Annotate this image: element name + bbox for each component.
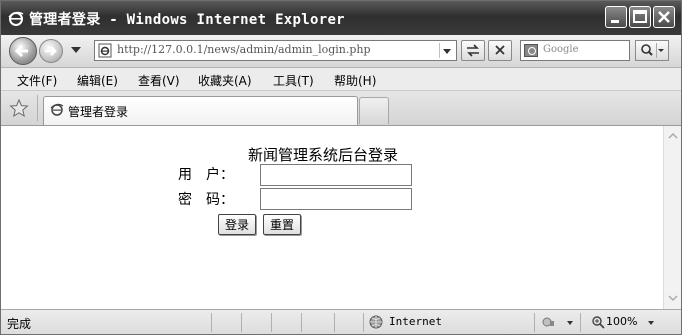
recent-pages-dropdown[interactable] (71, 47, 81, 53)
password-input[interactable] (260, 188, 412, 210)
stop-icon (495, 45, 505, 55)
status-divider (271, 313, 272, 332)
tab-admin-login[interactable]: 管理者登录 (43, 96, 358, 125)
status-bar: 完成 Internet 100% (1, 309, 681, 334)
maximize-icon (633, 10, 647, 23)
menu-help[interactable]: 帮助(H) (334, 72, 376, 89)
google-icon (524, 44, 538, 57)
address-dropdown[interactable] (439, 43, 454, 58)
page-title: 新闻管理系统后台登录 (248, 146, 399, 164)
search-placeholder: Google (543, 44, 579, 55)
tab-title: 管理者登录 (68, 105, 129, 119)
minimize-icon (611, 20, 619, 23)
username-input[interactable] (260, 164, 412, 186)
ie-logo-icon (8, 11, 24, 26)
vertical-scrollbar[interactable] (663, 126, 681, 309)
protected-mode-dropdown[interactable] (567, 321, 573, 325)
protected-mode-icon[interactable] (541, 315, 563, 329)
zoom-level[interactable]: 100% (606, 315, 637, 328)
search-box[interactable]: Google (520, 40, 630, 61)
menu-view[interactable]: 查看(V) (138, 72, 180, 89)
scroll-down-icon[interactable] (665, 290, 681, 306)
compatibility-button[interactable] (461, 40, 485, 61)
address-url[interactable]: http://127.0.0.1/news/admin/admin_login.… (117, 43, 371, 56)
back-arrow-icon (14, 44, 28, 58)
maximize-button[interactable] (629, 6, 651, 28)
tab-divider (37, 95, 38, 121)
menu-tools[interactable]: 工具(T) (273, 72, 314, 89)
browser-window: 管理者登录 - Windows Internet Explorer http:/… (0, 0, 682, 335)
forward-button[interactable] (39, 39, 63, 63)
zoom-icon[interactable] (591, 315, 605, 329)
status-divider (301, 313, 302, 332)
window-title: 管理者登录 - Windows Internet Explorer (29, 12, 345, 28)
status-divider (363, 313, 364, 332)
magnifier-icon (641, 43, 664, 58)
close-button[interactable] (653, 6, 675, 28)
page-icon (98, 43, 112, 58)
new-tab-button[interactable] (359, 97, 389, 124)
status-divider (241, 313, 242, 332)
menu-edit[interactable]: 编辑(E) (77, 72, 118, 89)
security-zone[interactable]: Internet (389, 315, 442, 328)
login-button[interactable]: 登录 (218, 214, 256, 235)
menu-file[interactable]: 文件(F) (17, 72, 57, 89)
globe-icon (369, 315, 383, 329)
tab-bar: 管理者登录 (1, 91, 681, 126)
zoom-dropdown[interactable] (648, 321, 654, 325)
status-divider (211, 313, 212, 332)
favorites-star-icon[interactable] (9, 98, 29, 118)
menu-bar: 文件(F) 编辑(E) 查看(V) 收藏夹(A) 工具(T) 帮助(H) (1, 68, 681, 91)
minimize-button[interactable] (605, 6, 627, 28)
close-icon (658, 11, 670, 23)
scroll-up-icon[interactable] (665, 128, 681, 144)
status-divider (580, 313, 581, 332)
back-button[interactable] (9, 37, 37, 65)
username-label: 用 户： (178, 167, 234, 183)
forward-arrow-icon (45, 46, 57, 56)
reset-button[interactable]: 重置 (263, 214, 301, 235)
title-bar: 管理者登录 - Windows Internet Explorer (1, 1, 681, 35)
stop-button[interactable] (488, 40, 512, 61)
password-label: 密 码： (178, 192, 234, 208)
status-divider (534, 313, 535, 332)
page-content: 新闻管理系统后台登录 用 户： 密 码： 登录 重置 (1, 126, 663, 309)
navigation-bar: http://127.0.0.1/news/admin/admin_login.… (1, 35, 681, 68)
page-icon (50, 103, 64, 116)
search-button[interactable] (635, 40, 669, 61)
menu-favorites[interactable]: 收藏夹(A) (198, 72, 252, 89)
status-text: 完成 (7, 317, 32, 331)
status-divider (334, 313, 335, 332)
refresh-arrows-icon (467, 44, 479, 57)
address-bar[interactable]: http://127.0.0.1/news/admin/admin_login.… (94, 40, 457, 61)
